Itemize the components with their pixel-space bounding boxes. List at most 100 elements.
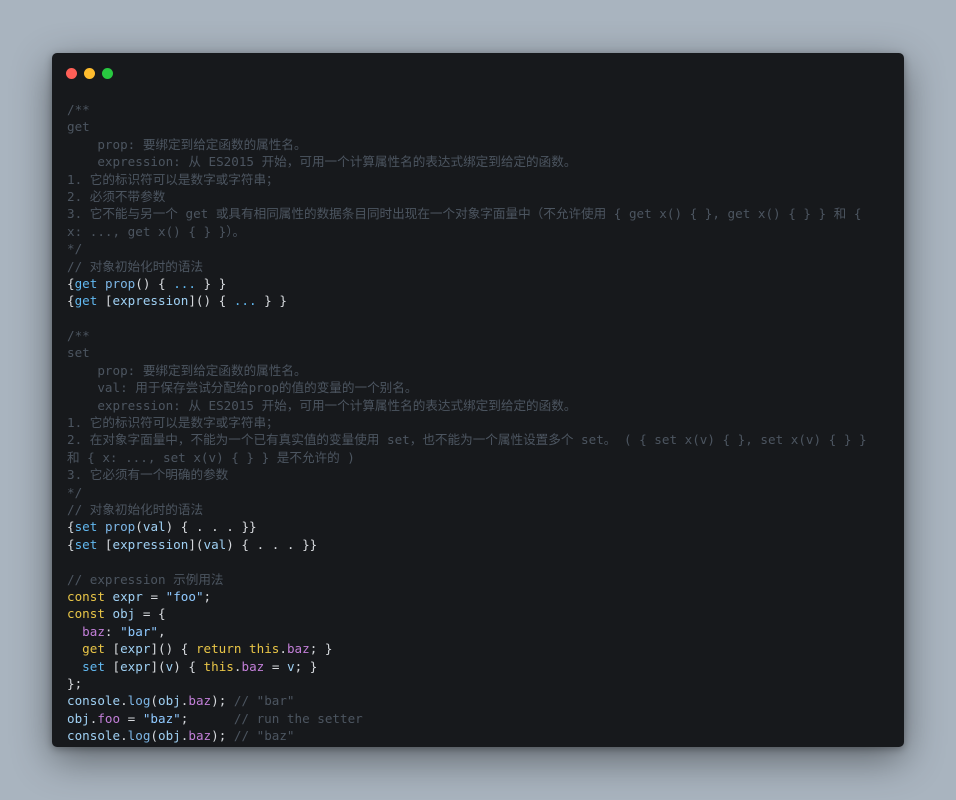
code-token: { <box>67 536 75 552</box>
code-token: // "bar" <box>233 693 295 709</box>
code-token: prop: 要绑定到给定函数的属性名。 <box>67 362 307 378</box>
code-token: expr <box>120 641 151 657</box>
code-token: */ <box>67 241 83 257</box>
code-token: baz <box>188 693 212 709</box>
code-line: 2. 必须不带参数 <box>67 188 896 205</box>
code-token: 3. 它不能与另一个 get 或具有相同属性的数据条目同时出现在一个对象字面量中… <box>67 206 862 222</box>
code-token: // 对象初始化时的语法 <box>67 501 204 517</box>
code-token: prop: 要绑定到给定函数的属性名。 <box>67 136 307 152</box>
code-token: . <box>279 641 287 657</box>
code-token: baz <box>82 623 105 639</box>
code-line: {get prop() { ... } } <box>67 275 896 292</box>
code-token: ; <box>203 588 212 604</box>
code-token: baz <box>188 728 212 744</box>
code-line: */ <box>67 484 896 501</box>
maximize-button[interactable] <box>102 68 113 79</box>
code-token: ( <box>135 519 143 535</box>
code-token: ( <box>150 728 159 744</box>
code-line: 3. 它不能与另一个 get 或具有相同属性的数据条目同时出现在一个对象字面量中… <box>67 205 896 222</box>
code-token: [ <box>97 293 113 309</box>
code-token: = <box>264 658 287 674</box>
code-token: [ <box>104 658 121 674</box>
code-line: }; <box>67 675 896 692</box>
code-token: ]( <box>188 536 204 552</box>
code-line: set <box>67 344 896 361</box>
code-token: () { <box>135 275 174 291</box>
code-token: get <box>74 275 98 291</box>
code-token: 3. 它必须有一个明确的参数 <box>67 467 229 483</box>
code-token: 1. 它的标识符可以是数字或字符串； <box>67 415 279 431</box>
code-token: { <box>67 293 75 309</box>
code-token: . <box>120 693 128 709</box>
code-token: foo <box>97 710 121 726</box>
code-token: this <box>249 641 280 657</box>
code-token: prop <box>104 275 136 291</box>
code-line: x: ..., get x() { } }）。 <box>67 223 896 240</box>
code-token: obj <box>158 728 181 744</box>
code-token: /** <box>67 328 90 344</box>
code-line: /** <box>67 327 896 344</box>
code-token: */ <box>67 484 83 500</box>
code-token: : <box>104 623 121 639</box>
code-token: ); <box>211 728 234 744</box>
code-token: { <box>67 519 75 535</box>
code-token: console <box>67 693 121 709</box>
code-token: ); <box>211 693 234 709</box>
code-line: {set [expression](val) { . . . }} <box>67 536 896 553</box>
code-token: console <box>67 728 121 744</box>
code-token: obj <box>67 710 90 726</box>
code-token: 2. 必须不带参数 <box>67 188 166 204</box>
code-token: } } <box>195 275 227 291</box>
code-line: console.log(obj.baz); // "baz" <box>67 727 896 744</box>
code-token: }; <box>67 675 83 691</box>
code-token: val <box>142 519 166 535</box>
code-line: get [expr]() { return this.baz; } <box>67 640 896 657</box>
code-line: baz: "bar", <box>67 623 896 640</box>
code-token: ) { <box>173 658 204 674</box>
code-token: obj <box>158 693 181 709</box>
code-token: 和 { x: ..., set x(v) { } } 是不允许的 ) <box>67 449 355 465</box>
code-token: "baz" <box>142 710 181 726</box>
code-token: /** <box>67 102 90 117</box>
code-line: set [expr](v) { this.baz = v; } <box>67 658 896 675</box>
code-line: const obj = { <box>67 605 896 622</box>
code-line: 1. 它的标识符可以是数字或字符串； <box>67 171 896 188</box>
code-line: // 对象初始化时的语法 <box>67 501 896 518</box>
code-token: [ <box>97 536 113 552</box>
code-token: x: ..., get x() { } }）。 <box>67 223 246 239</box>
code-token: obj <box>112 606 136 622</box>
code-token: ]() { <box>150 641 196 657</box>
code-line: expression: 从 ES2015 开始，可用一个计算属性名的表达式绑定到… <box>67 153 896 170</box>
code-token: ; } <box>294 658 318 674</box>
code-token: ... <box>233 293 257 309</box>
code-token: 1. 它的标识符可以是数字或字符串； <box>67 171 279 187</box>
code-line: /** <box>67 101 896 118</box>
code-line: 2. 在对象字面量中，不能为一个已有真实值的变量使用 set，也不能为一个属性设… <box>67 431 896 448</box>
code-token: // run the setter <box>233 710 363 726</box>
code-line: prop: 要绑定到给定函数的属性名。 <box>67 136 896 153</box>
code-token: ... <box>173 275 196 291</box>
code-line: obj.foo = "baz"; // run the setter <box>67 710 896 727</box>
code-token: val <box>203 536 227 552</box>
code-line: */ <box>67 240 896 257</box>
code-token: ]( <box>150 658 166 674</box>
code-token: set <box>82 658 105 674</box>
close-button[interactable] <box>66 68 77 79</box>
code-token: baz <box>241 658 265 674</box>
minimize-button[interactable] <box>84 68 95 79</box>
code-token: // "baz" <box>233 728 295 744</box>
window-controls <box>66 68 113 79</box>
code-token: expr <box>120 658 151 674</box>
code-line: // 对象初始化时的语法 <box>67 258 896 275</box>
code-token: get <box>67 119 90 135</box>
code-line: {set prop(val) { . . . }} <box>67 518 896 535</box>
code-line: 1. 它的标识符可以是数字或字符串； <box>67 414 896 431</box>
code-token: log <box>127 693 151 709</box>
